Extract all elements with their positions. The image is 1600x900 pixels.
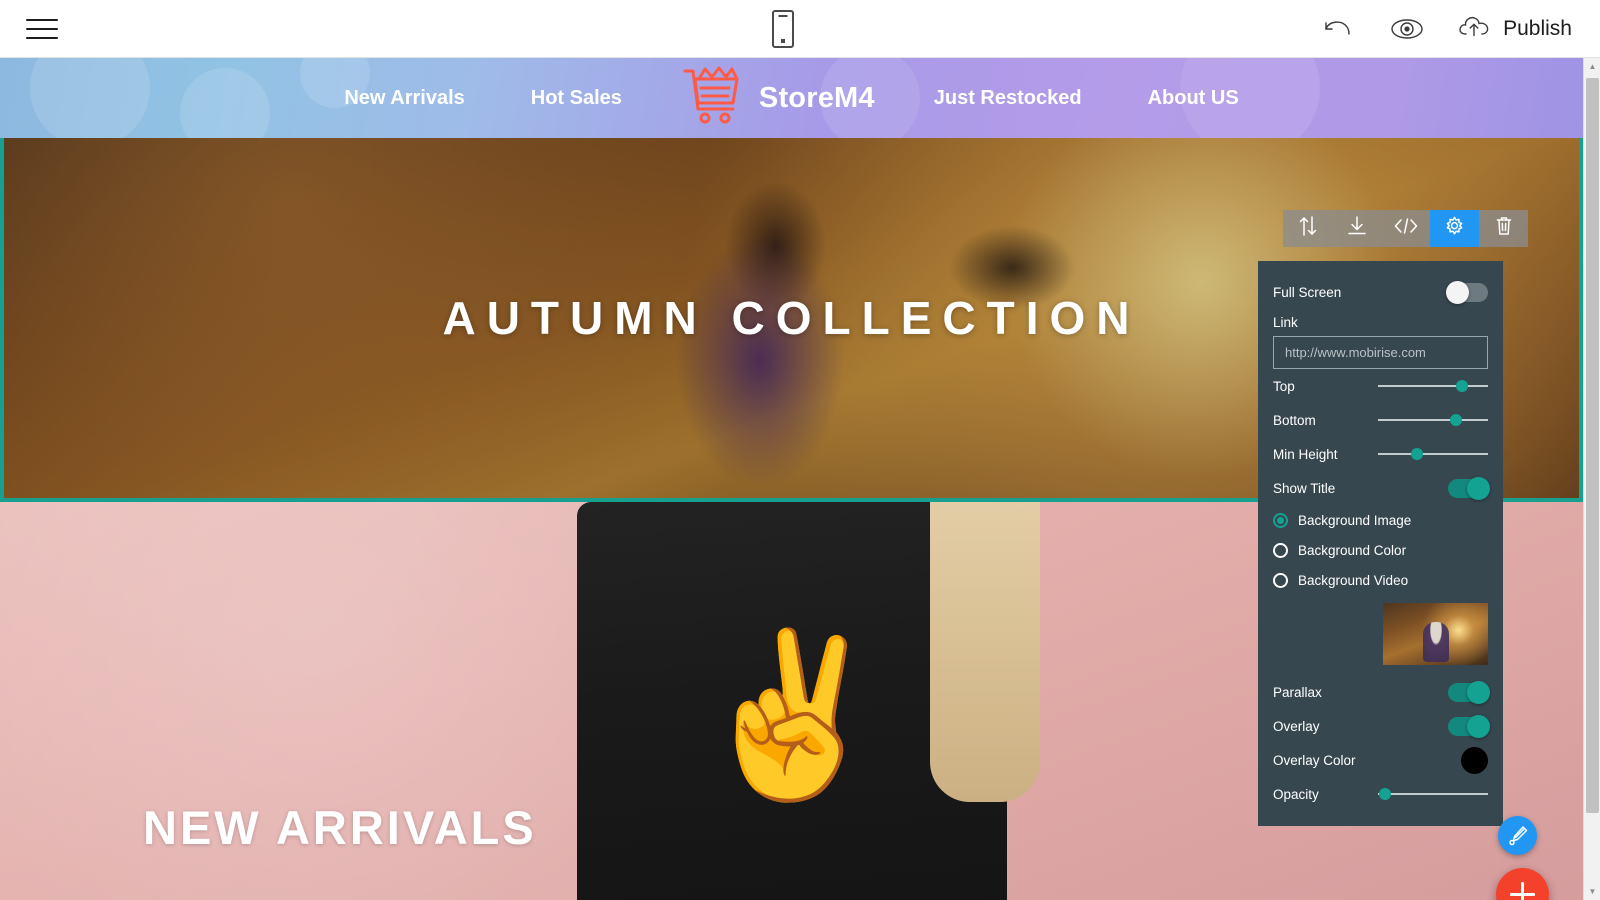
full-screen-toggle[interactable] bbox=[1446, 280, 1488, 304]
setting-full-screen: Full Screen bbox=[1273, 275, 1488, 309]
nav-link-just-restocked[interactable]: Just Restocked bbox=[901, 87, 1115, 110]
model-hair bbox=[929, 502, 1040, 802]
show-title-label: Show Title bbox=[1273, 480, 1336, 496]
save-block-button[interactable] bbox=[1332, 210, 1381, 247]
appbar-actions: Publish bbox=[1317, 0, 1572, 58]
bottom-slider[interactable] bbox=[1378, 411, 1488, 429]
move-up-down-arrows-icon bbox=[1298, 215, 1318, 242]
toggle-knob bbox=[1446, 280, 1469, 304]
trash-icon bbox=[1494, 215, 1514, 242]
slider-track bbox=[1378, 419, 1488, 421]
application-toolbar: Publish bbox=[0, 0, 1600, 58]
block-toolbar bbox=[1283, 210, 1528, 247]
toggle-knob bbox=[1467, 680, 1490, 704]
shopping-cart-icon bbox=[681, 65, 745, 132]
full-screen-label: Full Screen bbox=[1273, 284, 1342, 300]
new-arrivals-title: NEW ARRIVALS bbox=[143, 801, 537, 854]
scroll-down-arrow-icon[interactable]: ▼ bbox=[1584, 883, 1600, 900]
brush-pen-icon[interactable] bbox=[1498, 816, 1537, 855]
nav-link-about-us[interactable]: About US bbox=[1115, 87, 1272, 110]
slider-thumb[interactable] bbox=[1456, 380, 1469, 392]
hamburger-bar bbox=[26, 37, 58, 39]
setting-bottom: Bottom bbox=[1273, 403, 1488, 437]
hamburger-bar bbox=[26, 28, 58, 30]
code-brackets-icon bbox=[1393, 216, 1419, 241]
skeleton-hand-graphic: ✌ bbox=[691, 625, 892, 804]
undo-icon[interactable] bbox=[1317, 9, 1357, 49]
slider-thumb[interactable] bbox=[1449, 414, 1462, 426]
toggle-knob bbox=[1467, 476, 1490, 500]
min-height-label: Min Height bbox=[1273, 446, 1338, 462]
hamburger-menu-icon[interactable] bbox=[26, 12, 60, 46]
background-image-preview[interactable] bbox=[1273, 603, 1488, 665]
slider-track bbox=[1378, 793, 1488, 795]
opacity-label: Opacity bbox=[1273, 786, 1319, 802]
opacity-slider[interactable] bbox=[1378, 785, 1488, 803]
radio-label: Background Color bbox=[1298, 542, 1407, 558]
radio-background-video[interactable]: Background Video bbox=[1273, 565, 1488, 595]
overlay-toggle[interactable] bbox=[1448, 714, 1490, 738]
setting-overlay-color: Overlay Color bbox=[1273, 743, 1488, 777]
publish-button[interactable]: Publish bbox=[1457, 14, 1572, 45]
delete-block-button[interactable] bbox=[1479, 210, 1528, 247]
move-block-button[interactable] bbox=[1283, 210, 1332, 247]
setting-min-height: Min Height bbox=[1273, 437, 1488, 471]
vertical-scrollbar[interactable]: ▲ ▼ bbox=[1583, 58, 1600, 900]
edit-code-button[interactable] bbox=[1381, 210, 1430, 247]
parallax-toggle[interactable] bbox=[1448, 680, 1490, 704]
min-height-slider[interactable] bbox=[1378, 445, 1488, 463]
page-canvas: New Arrivals Hot Sales StoreM4 Just Rest… bbox=[0, 58, 1583, 900]
setting-opacity: Opacity bbox=[1273, 777, 1488, 811]
block-settings-button[interactable] bbox=[1430, 210, 1479, 247]
radio-label: Background Image bbox=[1298, 512, 1412, 528]
site-navigation-block: New Arrivals Hot Sales StoreM4 Just Rest… bbox=[0, 58, 1583, 138]
brand-name: StoreM4 bbox=[758, 81, 875, 114]
show-title-toggle[interactable] bbox=[1448, 476, 1490, 500]
toggle-knob bbox=[1467, 714, 1490, 738]
setting-overlay: Overlay bbox=[1273, 709, 1490, 743]
radio-background-color[interactable]: Background Color bbox=[1273, 535, 1488, 565]
overlay-label: Overlay bbox=[1273, 718, 1320, 734]
nav-link-hot-sales[interactable]: Hot Sales bbox=[498, 87, 655, 110]
scrollbar-thumb[interactable] bbox=[1586, 78, 1599, 813]
setting-parallax: Parallax bbox=[1273, 675, 1490, 709]
setting-show-title: Show Title bbox=[1273, 471, 1490, 505]
link-input[interactable] bbox=[1273, 336, 1488, 369]
radio-label: Background Video bbox=[1298, 572, 1409, 588]
slider-track bbox=[1378, 453, 1488, 455]
bottom-label: Bottom bbox=[1273, 412, 1316, 428]
hamburger-bar bbox=[26, 19, 58, 21]
top-slider[interactable] bbox=[1378, 377, 1488, 395]
publish-label: Publish bbox=[1503, 17, 1572, 40]
block-settings-panel: Full Screen Link Top Bottom Min Height bbox=[1258, 261, 1503, 826]
radio-background-image[interactable]: Background Image bbox=[1273, 505, 1488, 535]
radio-indicator bbox=[1273, 572, 1288, 588]
parallax-label: Parallax bbox=[1273, 684, 1322, 700]
eye-preview-icon[interactable] bbox=[1387, 9, 1427, 49]
scroll-up-arrow-icon[interactable]: ▲ bbox=[1584, 58, 1600, 75]
setting-top: Top bbox=[1273, 369, 1488, 403]
top-label: Top bbox=[1273, 378, 1295, 394]
radio-indicator bbox=[1273, 542, 1288, 558]
slider-track bbox=[1378, 385, 1488, 387]
nav-link-new-arrivals[interactable]: New Arrivals bbox=[311, 87, 497, 110]
overlay-color-label: Overlay Color bbox=[1273, 752, 1356, 768]
gear-icon bbox=[1443, 215, 1466, 243]
slider-thumb[interactable] bbox=[1411, 448, 1423, 460]
download-icon bbox=[1346, 215, 1368, 242]
overlay-color-swatch[interactable] bbox=[1461, 746, 1488, 774]
radio-indicator bbox=[1273, 512, 1288, 528]
link-label: Link bbox=[1273, 315, 1298, 330]
cloud-upload-icon bbox=[1457, 14, 1493, 45]
mobile-device-icon[interactable] bbox=[772, 10, 794, 48]
slider-thumb[interactable] bbox=[1379, 788, 1392, 800]
site-brand[interactable]: StoreM4 bbox=[655, 65, 901, 132]
background-image-thumbnail[interactable] bbox=[1383, 603, 1488, 665]
